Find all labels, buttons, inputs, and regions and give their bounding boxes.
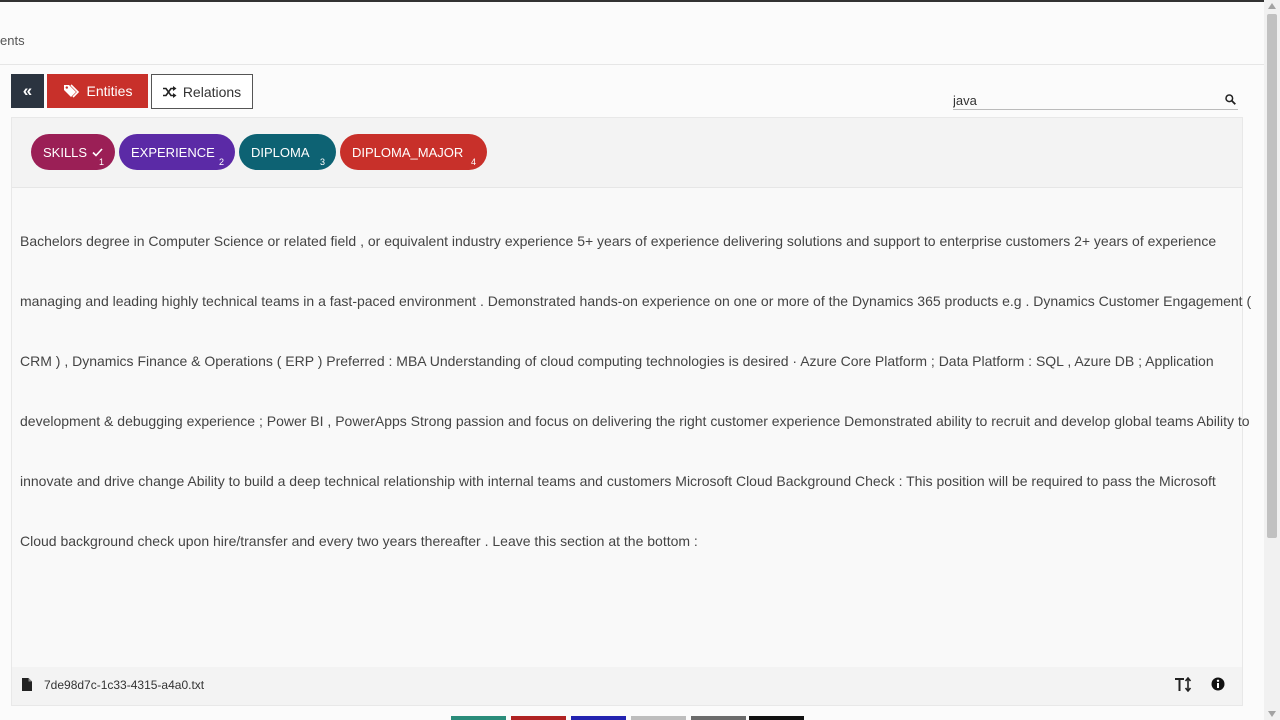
entities-button[interactable]: Entities <box>47 74 148 108</box>
swatch-light-gray[interactable] <box>631 716 686 720</box>
tag-experience[interactable]: EXPERIENCE 2 <box>119 134 235 170</box>
text-line[interactable]: managing and leading highly technical te… <box>20 271 1251 331</box>
text-line[interactable]: CRM ) , Dynamics Finance & Operations ( … <box>20 331 1240 391</box>
relations-button[interactable]: Relations <box>151 74 253 109</box>
tag-number: 4 <box>470 157 476 167</box>
collapse-button[interactable]: « <box>11 74 44 108</box>
tag-diploma[interactable]: DIPLOMA 3 <box>239 134 336 170</box>
header-divider <box>0 64 1264 65</box>
tag-label: DIPLOMA_MAJOR <box>352 144 464 160</box>
tag-label: EXPERIENCE <box>131 144 215 160</box>
swatch-teal[interactable] <box>451 716 506 720</box>
breadcrumb: ents <box>0 33 25 48</box>
page-scrollbar[interactable] <box>1264 0 1280 720</box>
tag-number: 3 <box>319 157 325 167</box>
document-text[interactable]: Bachelors degree in Computer Science or … <box>20 211 1251 571</box>
text-line[interactable]: Bachelors degree in Computer Science or … <box>20 211 1240 271</box>
swatch-black[interactable] <box>749 716 804 720</box>
shuffle-icon <box>162 85 177 98</box>
entities-label: Entities <box>86 83 133 99</box>
tag-label: DIPLOMA <box>251 144 310 160</box>
annotation-panel: SKILLS 1 EXPERIENCE 2 DIPLOMA 3 DIPLOMA_… <box>11 117 1251 706</box>
tag-diploma-major[interactable]: DIPLOMA_MAJOR 4 <box>340 134 487 170</box>
text-line[interactable]: Cloud background check upon hire/transfe… <box>20 511 1240 571</box>
search-box <box>953 92 1238 110</box>
search-input[interactable] <box>953 92 1213 108</box>
text-line[interactable]: development & debugging experience ; Pow… <box>20 391 1250 451</box>
relations-label: Relations <box>182 83 242 100</box>
swatch-red[interactable] <box>511 716 566 720</box>
check-icon <box>92 147 103 157</box>
swatch-blue[interactable] <box>571 716 626 720</box>
double-chevron-left-icon: « <box>22 81 33 100</box>
entity-tag-bar: SKILLS 1 EXPERIENCE 2 DIPLOMA 3 DIPLOMA_… <box>12 118 1242 188</box>
tag-number: 1 <box>98 157 104 167</box>
scroll-up-arrow-icon[interactable] <box>1268 3 1276 9</box>
swatch-gray[interactable] <box>691 716 746 720</box>
file-name: 7de98d7c-1c33-4315-a4a0.txt <box>44 678 205 692</box>
file-icon <box>22 678 32 691</box>
text-line[interactable]: innovate and drive change Ability to bui… <box>20 451 1240 511</box>
info-icon[interactable] <box>1211 677 1225 691</box>
tag-skills[interactable]: SKILLS 1 <box>31 134 115 170</box>
document-footer: 7de98d7c-1c33-4315-a4a0.txt <box>12 667 1242 705</box>
scroll-down-arrow-icon[interactable] <box>1268 711 1276 717</box>
search-icon[interactable] <box>1225 94 1236 105</box>
scrollbar-thumb[interactable] <box>1267 14 1277 538</box>
tag-number: 2 <box>218 157 224 167</box>
text-height-icon[interactable] <box>1174 677 1192 692</box>
tags-icon <box>63 84 79 98</box>
top-border <box>0 0 1264 2</box>
tag-label: SKILLS <box>43 144 88 160</box>
